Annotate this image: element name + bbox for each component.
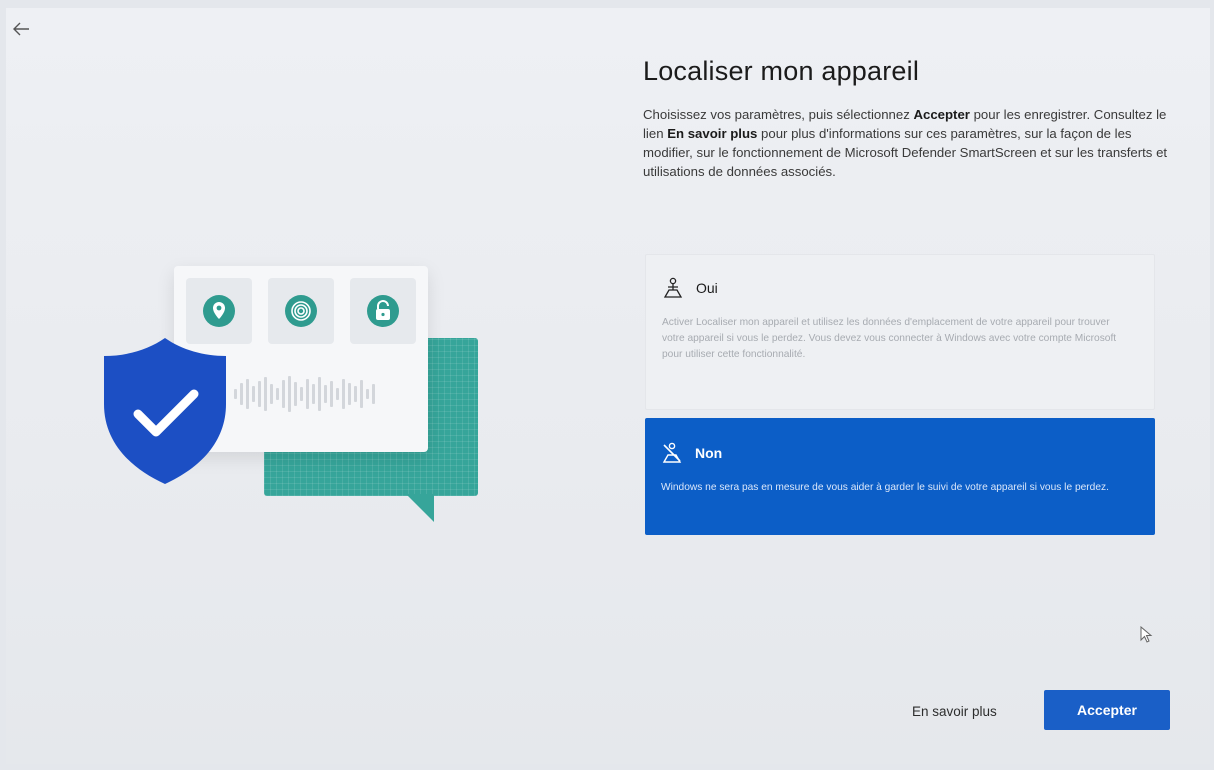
shield-check-icon bbox=[104, 338, 226, 484]
option-non[interactable]: Non Windows ne sera pas en mesure de vou… bbox=[645, 418, 1155, 535]
option-oui[interactable]: Oui Activer Localiser mon appareil et ut… bbox=[645, 254, 1155, 410]
description-learn-more-bold: En savoir plus bbox=[667, 126, 758, 141]
fingerprint-icon bbox=[285, 295, 317, 327]
fingerprint-tile bbox=[268, 278, 334, 344]
accept-button[interactable]: Accepter bbox=[1044, 690, 1170, 730]
location-pin-icon bbox=[203, 295, 235, 327]
chat-bubble-tail bbox=[406, 494, 434, 522]
illustration bbox=[6, 8, 606, 764]
description-text: Choisissez vos paramètres, puis sélectio… bbox=[643, 107, 914, 122]
option-label: Non bbox=[695, 445, 723, 461]
lock-tile bbox=[350, 278, 416, 344]
unlocked-padlock-icon bbox=[367, 295, 399, 327]
mouse-cursor-icon bbox=[1140, 626, 1153, 643]
content-panel: Localiser mon appareil Choisissez vos pa… bbox=[643, 56, 1173, 181]
option-header: Oui bbox=[662, 277, 718, 299]
location-person-icon bbox=[663, 277, 683, 298]
option-description: Activer Localiser mon appareil et utilis… bbox=[662, 317, 1117, 360]
option-header: Non bbox=[661, 442, 722, 464]
page-description: Choisissez vos paramètres, puis sélectio… bbox=[643, 105, 1171, 181]
audio-wave-graphic bbox=[234, 374, 414, 414]
learn-more-button[interactable]: En savoir plus bbox=[912, 704, 997, 719]
page-title: Localiser mon appareil bbox=[643, 56, 920, 86]
description-accept-bold: Accepter bbox=[913, 107, 970, 122]
option-label: Oui bbox=[696, 280, 718, 296]
location-off-icon bbox=[662, 442, 682, 463]
option-description: Windows ne sera pas en mesure de vous ai… bbox=[661, 482, 1109, 493]
